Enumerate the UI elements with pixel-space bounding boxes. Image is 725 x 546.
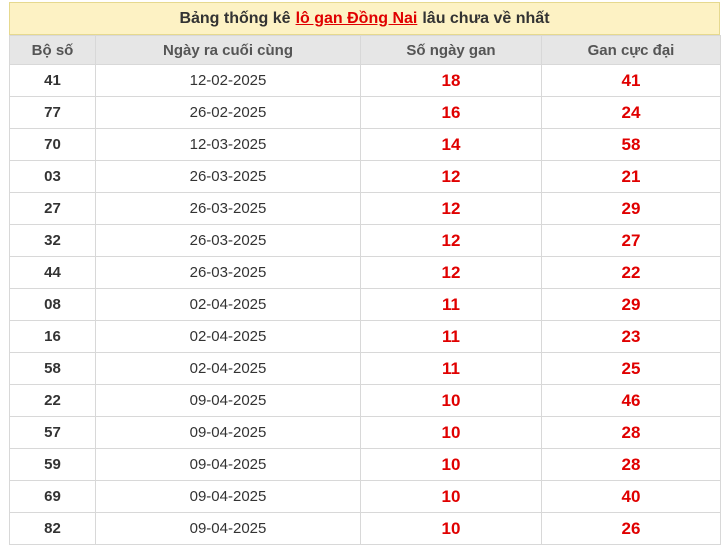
table-row: 41 12-02-2025 18 41 (9, 64, 721, 97)
cell-bo-so: 59 (9, 448, 96, 481)
cell-ngay-ra-cuoi-cung: 09-04-2025 (95, 480, 361, 513)
cell-ngay-ra-cuoi-cung: 09-04-2025 (95, 384, 361, 417)
cell-bo-so: 70 (9, 128, 96, 161)
cell-so-ngay-gan: 12 (360, 160, 542, 193)
cell-so-ngay-gan: 10 (360, 448, 542, 481)
cell-gan-cuc-dai: 28 (541, 416, 721, 449)
cell-bo-so: 27 (9, 192, 96, 225)
cell-so-ngay-gan: 12 (360, 192, 542, 225)
column-header-so-ngay-gan: Số ngày gan (360, 35, 542, 65)
cell-ngay-ra-cuoi-cung: 26-03-2025 (95, 224, 361, 257)
title-suffix: lâu chưa về nhất (422, 9, 550, 27)
cell-bo-so: 41 (9, 64, 96, 97)
cell-ngay-ra-cuoi-cung: 12-02-2025 (95, 64, 361, 97)
cell-ngay-ra-cuoi-cung: 02-04-2025 (95, 352, 361, 385)
title-link-lo-gan-dong-nai[interactable]: lô gan Đồng Nai (296, 10, 418, 28)
cell-so-ngay-gan: 12 (360, 224, 542, 257)
table-row: 82 09-04-2025 10 26 (9, 512, 721, 545)
lo-gan-table: Bộ số Ngày ra cuối cùng Số ngày gan Gan … (9, 35, 721, 545)
cell-so-ngay-gan: 10 (360, 480, 542, 513)
cell-ngay-ra-cuoi-cung: 02-04-2025 (95, 288, 361, 321)
cell-so-ngay-gan: 10 (360, 384, 542, 417)
table-row: 32 26-03-2025 12 27 (9, 224, 721, 257)
table-row: 77 26-02-2025 16 24 (9, 96, 721, 129)
table-row: 57 09-04-2025 10 28 (9, 416, 721, 449)
table-row: 16 02-04-2025 11 23 (9, 320, 721, 353)
table-row: 22 09-04-2025 10 46 (9, 384, 721, 417)
table-row: 58 02-04-2025 11 25 (9, 352, 721, 385)
cell-gan-cuc-dai: 25 (541, 352, 721, 385)
title-prefix: Bảng thống kê (179, 9, 291, 27)
table-title: Bảng thống kê lô gan Đồng Nai lâu chưa v… (9, 2, 720, 35)
cell-bo-so: 16 (9, 320, 96, 353)
cell-ngay-ra-cuoi-cung: 09-04-2025 (95, 512, 361, 545)
cell-gan-cuc-dai: 22 (541, 256, 721, 289)
cell-gan-cuc-dai: 40 (541, 480, 721, 513)
cell-bo-so: 58 (9, 352, 96, 385)
cell-gan-cuc-dai: 24 (541, 96, 721, 129)
cell-bo-so: 08 (9, 288, 96, 321)
cell-bo-so: 22 (9, 384, 96, 417)
column-header-ngay-ra-cuoi-cung: Ngày ra cuối cùng (95, 35, 361, 65)
cell-so-ngay-gan: 16 (360, 96, 542, 129)
column-header-bo-so: Bộ số (9, 35, 96, 65)
column-header-gan-cuc-dai: Gan cực đại (541, 35, 721, 65)
cell-bo-so: 82 (9, 512, 96, 545)
table-row: 44 26-03-2025 12 22 (9, 256, 721, 289)
cell-gan-cuc-dai: 21 (541, 160, 721, 193)
cell-bo-so: 32 (9, 224, 96, 257)
table-row: 59 09-04-2025 10 28 (9, 448, 721, 481)
cell-bo-so: 77 (9, 96, 96, 129)
table-header-row: Bộ số Ngày ra cuối cùng Số ngày gan Gan … (9, 35, 721, 65)
table-row: 70 12-03-2025 14 58 (9, 128, 721, 161)
cell-ngay-ra-cuoi-cung: 12-03-2025 (95, 128, 361, 161)
cell-gan-cuc-dai: 58 (541, 128, 721, 161)
cell-gan-cuc-dai: 29 (541, 288, 721, 321)
cell-so-ngay-gan: 10 (360, 416, 542, 449)
cell-so-ngay-gan: 11 (360, 288, 542, 321)
cell-ngay-ra-cuoi-cung: 09-04-2025 (95, 416, 361, 449)
cell-ngay-ra-cuoi-cung: 26-02-2025 (95, 96, 361, 129)
cell-gan-cuc-dai: 26 (541, 512, 721, 545)
cell-ngay-ra-cuoi-cung: 26-03-2025 (95, 192, 361, 225)
cell-ngay-ra-cuoi-cung: 26-03-2025 (95, 160, 361, 193)
cell-gan-cuc-dai: 23 (541, 320, 721, 353)
cell-ngay-ra-cuoi-cung: 26-03-2025 (95, 256, 361, 289)
cell-bo-so: 44 (9, 256, 96, 289)
cell-gan-cuc-dai: 28 (541, 448, 721, 481)
table-row: 69 09-04-2025 10 40 (9, 480, 721, 513)
cell-bo-so: 03 (9, 160, 96, 193)
table-row: 27 26-03-2025 12 29 (9, 192, 721, 225)
table-body: 41 12-02-2025 18 41 77 26-02-2025 16 24 70 12-03-… (9, 64, 721, 545)
cell-so-ngay-gan: 12 (360, 256, 542, 289)
cell-so-ngay-gan: 11 (360, 352, 542, 385)
table-row: 03 26-03-2025 12 21 (9, 160, 721, 193)
cell-ngay-ra-cuoi-cung: 09-04-2025 (95, 448, 361, 481)
cell-bo-so: 57 (9, 416, 96, 449)
cell-gan-cuc-dai: 41 (541, 64, 721, 97)
cell-so-ngay-gan: 10 (360, 512, 542, 545)
cell-so-ngay-gan: 14 (360, 128, 542, 161)
cell-bo-so: 69 (9, 480, 96, 513)
cell-so-ngay-gan: 18 (360, 64, 542, 97)
lo-gan-stats-panel: Bảng thống kê lô gan Đồng Nai lâu chưa v… (9, 2, 721, 545)
cell-so-ngay-gan: 11 (360, 320, 542, 353)
cell-ngay-ra-cuoi-cung: 02-04-2025 (95, 320, 361, 353)
cell-gan-cuc-dai: 29 (541, 192, 721, 225)
cell-gan-cuc-dai: 27 (541, 224, 721, 257)
cell-gan-cuc-dai: 46 (541, 384, 721, 417)
table-row: 08 02-04-2025 11 29 (9, 288, 721, 321)
